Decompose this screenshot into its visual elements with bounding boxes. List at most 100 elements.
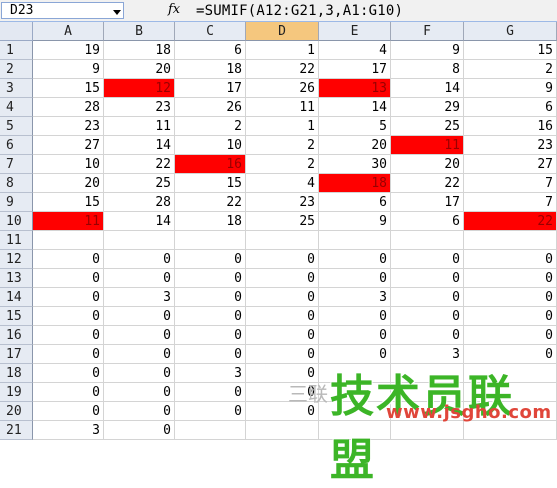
column-header-c[interactable]: C <box>175 22 246 41</box>
table-cell[interactable]: 22 <box>246 60 319 79</box>
table-cell[interactable]: 6 <box>319 193 391 212</box>
row-header[interactable]: 11 <box>0 231 33 250</box>
row-header[interactable]: 3 <box>0 79 33 98</box>
table-cell[interactable]: 11 <box>33 212 104 231</box>
table-cell[interactable]: 6 <box>175 41 246 60</box>
table-cell[interactable]: 20 <box>104 60 175 79</box>
table-cell[interactable]: 4 <box>246 174 319 193</box>
table-cell[interactable]: 1 <box>246 117 319 136</box>
table-cell[interactable]: 15 <box>464 41 557 60</box>
row-header[interactable]: 19 <box>0 383 33 402</box>
table-cell[interactable]: 2 <box>464 60 557 79</box>
table-cell[interactable]: 3 <box>104 288 175 307</box>
table-cell[interactable]: 2 <box>175 117 246 136</box>
table-cell[interactable]: 10 <box>175 136 246 155</box>
row-header[interactable]: 8 <box>0 174 33 193</box>
table-cell[interactable]: 5 <box>319 117 391 136</box>
table-cell[interactable] <box>246 231 319 250</box>
row-header[interactable]: 2 <box>0 60 33 79</box>
table-cell[interactable]: 9 <box>464 79 557 98</box>
row-header[interactable]: 14 <box>0 288 33 307</box>
row-header[interactable]: 18 <box>0 364 33 383</box>
table-cell[interactable]: 23 <box>464 136 557 155</box>
table-cell[interactable]: 0 <box>464 250 557 269</box>
row-header[interactable]: 4 <box>0 98 33 117</box>
row-header[interactable]: 1 <box>0 41 33 60</box>
table-cell[interactable]: 0 <box>246 288 319 307</box>
table-cell[interactable]: 9 <box>391 41 464 60</box>
row-header[interactable]: 16 <box>0 326 33 345</box>
table-cell[interactable]: 0 <box>175 326 246 345</box>
table-cell[interactable]: 0 <box>175 250 246 269</box>
table-cell[interactable]: 20 <box>391 155 464 174</box>
row-header[interactable]: 6 <box>0 136 33 155</box>
table-cell[interactable]: 0 <box>33 326 104 345</box>
table-cell[interactable]: 0 <box>246 250 319 269</box>
table-cell[interactable]: 30 <box>319 155 391 174</box>
row-header[interactable]: 15 <box>0 307 33 326</box>
table-cell[interactable]: 0 <box>464 326 557 345</box>
table-cell[interactable] <box>104 231 175 250</box>
table-cell[interactable]: 6 <box>464 98 557 117</box>
table-cell[interactable]: 22 <box>464 212 557 231</box>
table-cell[interactable]: 17 <box>391 193 464 212</box>
table-cell[interactable]: 0 <box>391 288 464 307</box>
table-cell[interactable]: 8 <box>391 60 464 79</box>
table-cell[interactable]: 7 <box>464 174 557 193</box>
table-cell[interactable]: 0 <box>104 402 175 421</box>
table-cell[interactable]: 0 <box>246 307 319 326</box>
table-cell[interactable]: 0 <box>175 383 246 402</box>
table-cell[interactable]: 0 <box>104 307 175 326</box>
table-cell[interactable]: 27 <box>464 155 557 174</box>
table-cell[interactable]: 17 <box>175 79 246 98</box>
table-cell[interactable]: 0 <box>175 288 246 307</box>
table-cell[interactable]: 0 <box>319 269 391 288</box>
table-cell[interactable]: 11 <box>391 136 464 155</box>
column-header-a[interactable]: A <box>33 22 104 41</box>
table-cell[interactable]: 26 <box>175 98 246 117</box>
table-cell[interactable]: 10 <box>33 155 104 174</box>
table-cell[interactable]: 17 <box>319 60 391 79</box>
table-cell[interactable]: 0 <box>33 402 104 421</box>
table-cell[interactable] <box>33 231 104 250</box>
table-cell[interactable]: 28 <box>33 98 104 117</box>
table-cell[interactable]: 11 <box>104 117 175 136</box>
table-cell[interactable]: 2 <box>246 155 319 174</box>
table-cell[interactable]: 0 <box>33 345 104 364</box>
row-header[interactable]: 20 <box>0 402 33 421</box>
table-cell[interactable]: 0 <box>319 326 391 345</box>
table-cell[interactable]: 0 <box>175 402 246 421</box>
table-cell[interactable]: 22 <box>104 155 175 174</box>
row-header[interactable]: 7 <box>0 155 33 174</box>
table-cell[interactable]: 3 <box>319 288 391 307</box>
table-cell[interactable]: 23 <box>33 117 104 136</box>
table-cell[interactable]: 0 <box>33 288 104 307</box>
formula-input[interactable]: =SUMIF(A12:G21,3,A1:G10) <box>196 3 403 19</box>
table-cell[interactable]: 0 <box>104 364 175 383</box>
table-cell[interactable]: 0 <box>464 288 557 307</box>
table-cell[interactable]: 23 <box>246 193 319 212</box>
table-cell[interactable]: 22 <box>175 193 246 212</box>
table-cell[interactable]: 20 <box>33 174 104 193</box>
table-cell[interactable]: 22 <box>391 174 464 193</box>
table-cell[interactable]: 4 <box>319 41 391 60</box>
table-cell[interactable]: 9 <box>319 212 391 231</box>
table-cell[interactable]: 18 <box>175 212 246 231</box>
table-cell[interactable]: 9 <box>33 60 104 79</box>
table-cell[interactable]: 25 <box>246 212 319 231</box>
table-cell[interactable]: 14 <box>391 79 464 98</box>
table-cell[interactable] <box>175 231 246 250</box>
table-cell[interactable]: 0 <box>464 307 557 326</box>
table-cell[interactable] <box>319 231 391 250</box>
row-header[interactable]: 5 <box>0 117 33 136</box>
table-cell[interactable]: 15 <box>33 79 104 98</box>
table-cell[interactable]: 0 <box>104 250 175 269</box>
table-cell[interactable]: 0 <box>33 383 104 402</box>
column-header-d[interactable]: D <box>246 22 319 41</box>
table-cell[interactable]: 12 <box>104 79 175 98</box>
table-cell[interactable]: 25 <box>391 117 464 136</box>
column-header-g[interactable]: G <box>464 22 557 41</box>
table-cell[interactable]: 0 <box>104 345 175 364</box>
row-header[interactable]: 21 <box>0 421 33 440</box>
table-cell[interactable]: 15 <box>33 193 104 212</box>
